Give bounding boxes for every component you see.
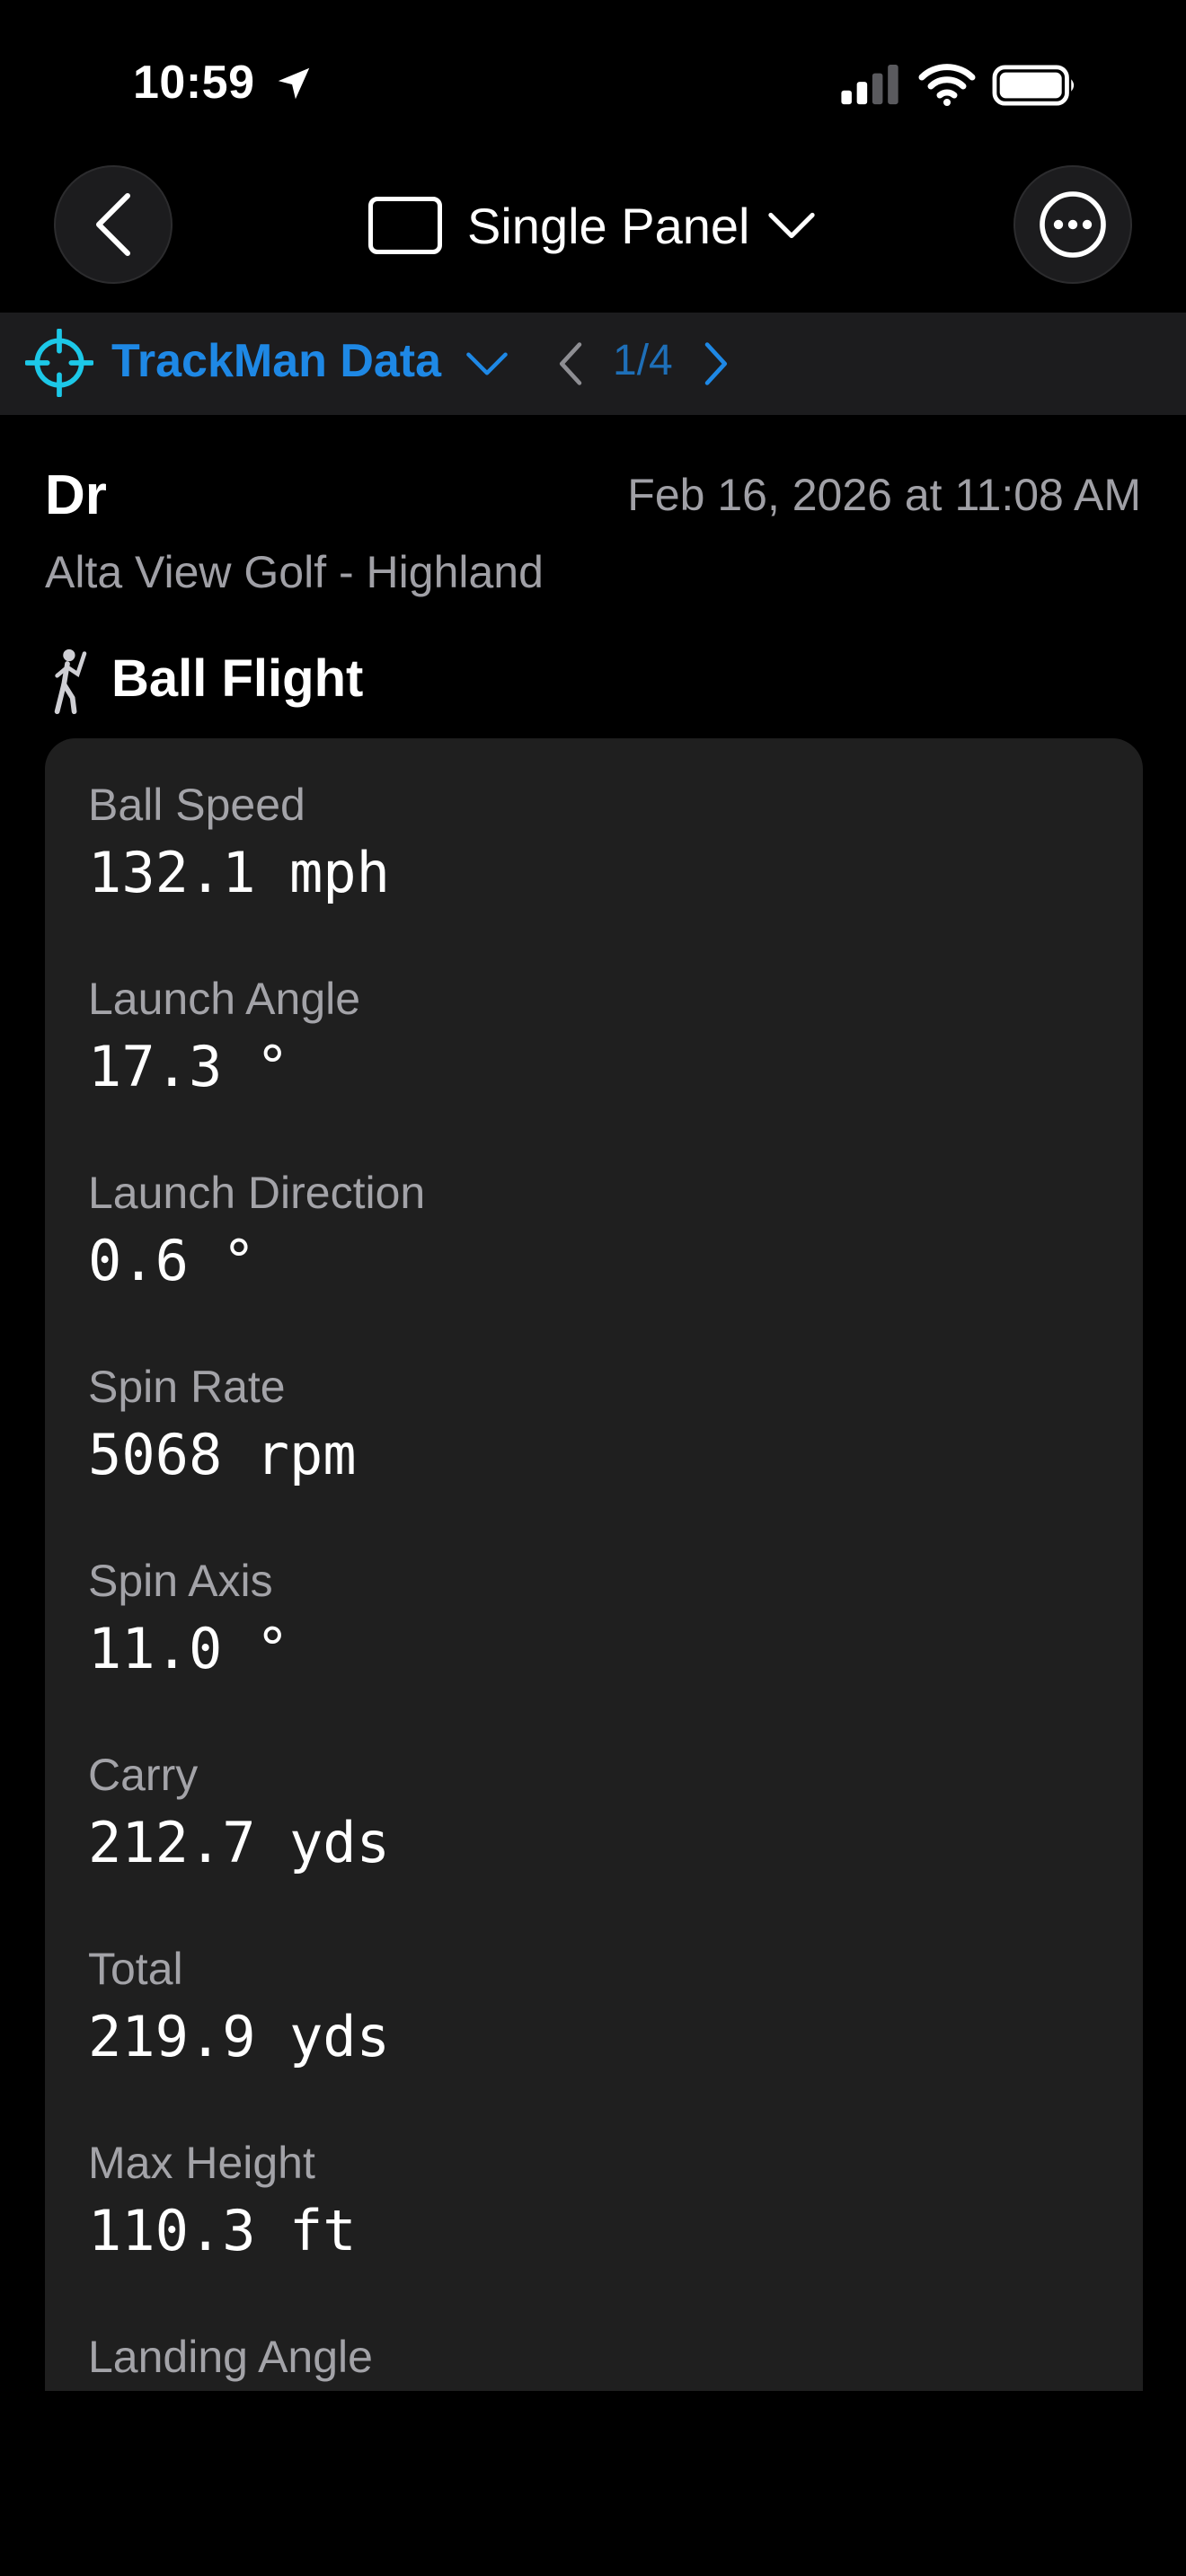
panel-selector[interactable]: Single Panel xyxy=(368,185,816,266)
metric-landing-angle: Landing Angle xyxy=(88,2330,373,2391)
back-button[interactable] xyxy=(54,165,173,284)
wifi-icon xyxy=(918,64,976,106)
metric-value: 11.0 ° xyxy=(88,1616,289,1681)
metric-value: 17.3 ° xyxy=(88,1034,289,1099)
location-name: Alta View Golf - Highland xyxy=(45,547,544,597)
ball-flight-card: Ball Speed 132.1 mph Launch Angle 17.3 °… xyxy=(45,738,1143,2391)
metric-label: Launch Direction xyxy=(88,1168,426,1218)
metric-label: Launch Angle xyxy=(88,974,361,1024)
crosshair-icon xyxy=(25,329,93,397)
data-source-label[interactable]: TrackMan Data xyxy=(111,334,441,388)
metric-launch-direction: Launch Direction 0.6 ° xyxy=(88,1166,425,1295)
location-arrow-icon xyxy=(278,67,310,100)
chevron-down-icon[interactable] xyxy=(465,347,509,381)
shot-date: Feb 16, 2026 at 11:08 AM xyxy=(627,470,1141,520)
next-shot-icon[interactable] xyxy=(699,341,731,386)
metric-spin-rate: Spin Rate 5068 rpm xyxy=(88,1360,357,1489)
metric-label: Carry xyxy=(88,1750,199,1800)
metric-launch-angle: Launch Angle 17.3 ° xyxy=(88,972,360,1101)
cellular-signal-icon xyxy=(841,65,898,105)
chevron-left-icon xyxy=(96,193,130,256)
shot-pager: 1/4 xyxy=(613,337,673,384)
previous-shot-icon[interactable] xyxy=(555,341,588,386)
section-title: Ball Flight xyxy=(111,649,364,708)
metric-total: Total 219.9 yds xyxy=(88,1942,390,2071)
metric-label: Max Height xyxy=(88,2138,315,2188)
metric-carry: Carry 212.7 yds xyxy=(88,1748,390,1877)
metric-label: Total xyxy=(88,1944,183,1994)
panel-icon xyxy=(368,197,442,254)
nav-title: Single Panel xyxy=(467,197,750,254)
chevron-down-icon xyxy=(768,212,816,239)
battery-icon xyxy=(992,65,1075,106)
metric-label: Spin Rate xyxy=(88,1362,286,1412)
metric-value: 212.7 yds xyxy=(88,1810,390,1875)
metric-ball-speed: Ball Speed 132.1 mph xyxy=(88,778,390,907)
metric-spin-axis: Spin Axis 11.0 ° xyxy=(88,1554,289,1683)
golfer-icon xyxy=(54,648,87,715)
more-options-button[interactable] xyxy=(1013,165,1132,284)
metric-value: 5068 rpm xyxy=(88,1422,357,1487)
club-name: Dr xyxy=(45,464,107,526)
metric-label: Ball Speed xyxy=(88,780,305,830)
metric-value: 219.9 yds xyxy=(88,2004,390,2069)
status-time: 10:59 xyxy=(133,57,255,109)
metric-max-height: Max Height 110.3 ft xyxy=(88,2136,357,2265)
ellipsis-icon xyxy=(1040,191,1106,258)
metric-label: Landing Angle xyxy=(88,2332,373,2382)
metric-value: 132.1 mph xyxy=(88,840,390,905)
metric-value: 110.3 ft xyxy=(88,2198,357,2263)
metric-value: 0.6 ° xyxy=(88,1228,256,1293)
metric-label: Spin Axis xyxy=(88,1556,273,1606)
